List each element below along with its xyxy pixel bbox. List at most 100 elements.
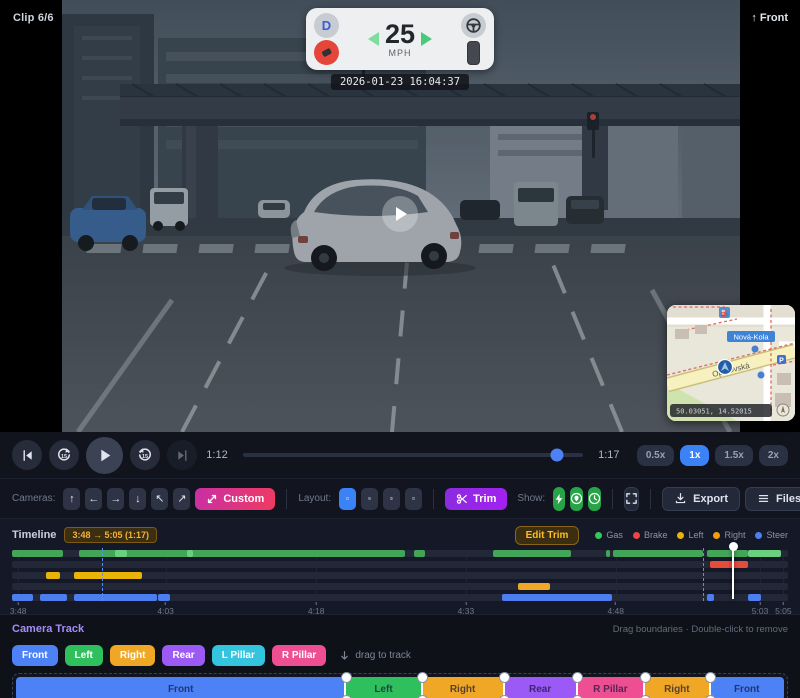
video-play-button[interactable] [382, 196, 418, 232]
gas-segment-light[interactable] [115, 550, 127, 557]
map-place-label: Nová-Kola [733, 333, 769, 342]
trim-marker-start[interactable] [102, 548, 103, 601]
gas-segment-light[interactable] [187, 550, 193, 557]
timeline-tracks[interactable] [12, 550, 788, 601]
steer-segment[interactable] [158, 594, 170, 601]
export-button[interactable]: Export [662, 487, 740, 511]
gas-segment[interactable] [493, 550, 571, 557]
track-row-steer[interactable] [12, 594, 788, 601]
show-telemetry-button[interactable] [553, 487, 565, 511]
gas-segment[interactable] [606, 550, 610, 557]
timeline-panel: Timeline 3:48 → 5:05 (1:17) Edit Trim Ga… [0, 518, 800, 614]
layout-single-icon [346, 492, 349, 505]
camera-up-right-button[interactable]: ↗ [173, 488, 190, 510]
track-row-gas[interactable] [12, 550, 788, 557]
steering-wheel-icon [461, 13, 486, 38]
camera-chip-left[interactable]: Left [65, 645, 103, 666]
speed-button-1.5x[interactable]: 1.5x [715, 445, 752, 466]
map-coordinates: 50.03051, 14.52015 [676, 408, 752, 416]
track-row-left[interactable] [12, 572, 788, 579]
layout-single-button[interactable] [339, 488, 356, 510]
camera-track-bar[interactable]: FrontLeftRightRearR PillarRightFront [16, 677, 784, 698]
skip-start-button[interactable] [12, 440, 42, 470]
scissors-icon [456, 493, 468, 505]
tick-mark [615, 602, 616, 605]
active-camera-label: ↑ Front [751, 12, 788, 24]
layout-split-button[interactable] [383, 488, 400, 510]
segment-boundary-handle[interactable] [643, 677, 645, 698]
camera-left-button[interactable]: ← [85, 488, 102, 510]
left-segment[interactable] [74, 572, 142, 579]
camera-chip-front[interactable]: Front [12, 645, 58, 666]
edit-trim-button[interactable]: Edit Trim [515, 526, 580, 545]
camera-up-left-button[interactable]: ↖ [151, 488, 168, 510]
camera-chip-r-pillar[interactable]: R Pillar [272, 645, 326, 666]
steer-segment[interactable] [748, 594, 760, 601]
camera-chip-rear[interactable]: Rear [162, 645, 204, 666]
layout-pip-button[interactable] [361, 488, 378, 510]
gas-segment[interactable] [79, 550, 405, 557]
forward-15-button[interactable]: 15 [130, 440, 160, 470]
dashcam-viewer-app: Clip 6/6 ↑ Front D 25 MPH [0, 0, 800, 698]
camera-right-button[interactable]: → [107, 488, 124, 510]
timeline-legend: GasBrakeLeftRightSteer [595, 530, 788, 540]
seek-bar[interactable] [243, 453, 583, 457]
speed-button-0.5x[interactable]: 0.5x [637, 445, 674, 466]
camera-segment-left[interactable]: Left [345, 677, 421, 698]
camera-segment-right[interactable]: Right [644, 677, 709, 698]
seek-thumb[interactable] [551, 449, 564, 462]
camera-chip-l-pillar[interactable]: L Pillar [212, 645, 265, 666]
skip-end-button[interactable] [167, 440, 197, 470]
speed-buttons: 0.5x 1x 1.5x 2x [637, 445, 788, 466]
right-segment[interactable] [518, 583, 550, 590]
map-inset[interactable]: ⛽ P Nová-Kola Opatovská 50.03051, 14.520… [667, 305, 795, 421]
steer-segment[interactable] [12, 594, 33, 601]
gas-segment[interactable] [414, 550, 425, 557]
camera-up-button[interactable]: ↑ [63, 488, 80, 510]
steer-segment[interactable] [502, 594, 612, 601]
playhead[interactable] [732, 546, 734, 599]
camera-segment-right[interactable]: Right [422, 677, 504, 698]
track-row-right[interactable] [12, 583, 788, 590]
steer-segment[interactable] [40, 594, 67, 601]
custom-view-button[interactable]: Custom [195, 488, 275, 510]
trim-marker-end[interactable] [703, 548, 704, 601]
down-arrow-icon [339, 650, 350, 661]
current-time: 1:12 [204, 449, 230, 461]
fullscreen-button[interactable] [624, 487, 639, 511]
segment-boundary-handle[interactable] [421, 677, 423, 698]
camera-chip-right[interactable]: Right [110, 645, 156, 666]
left-segment[interactable] [46, 572, 60, 579]
timeline-title: Timeline [12, 529, 56, 541]
gas-segment[interactable] [613, 550, 702, 557]
layout-grid-button[interactable] [405, 488, 422, 510]
camera-track-title: Camera Track [12, 623, 84, 635]
segment-boundary-handle[interactable] [503, 677, 505, 698]
track-row-brake[interactable] [12, 561, 788, 568]
steer-segment[interactable] [707, 594, 714, 601]
steer-segment[interactable] [74, 594, 157, 601]
gas-segment-light[interactable] [748, 550, 781, 557]
camera-segment-front[interactable]: Front [16, 677, 345, 698]
files-button[interactable]: Files [745, 487, 800, 511]
segment-boundary-handle[interactable] [709, 677, 711, 698]
video-player-area[interactable]: Clip 6/6 ↑ Front D 25 MPH [0, 0, 800, 432]
tick-mark [760, 602, 761, 605]
trim-button[interactable]: Trim [445, 488, 507, 510]
rewind-15-button[interactable]: 15 [49, 440, 79, 470]
show-map-button[interactable] [570, 487, 583, 511]
play-pause-button[interactable] [86, 437, 123, 474]
gas-segment[interactable] [12, 550, 63, 557]
camera-segment-rear[interactable]: Rear [504, 677, 577, 698]
segment-boundary-handle[interactable] [344, 677, 346, 698]
camera-segment-r-pillar[interactable]: R Pillar [577, 677, 645, 698]
gas-segment[interactable] [707, 550, 748, 557]
speed-button-1x[interactable]: 1x [680, 445, 709, 466]
speed-button-2x[interactable]: 2x [759, 445, 788, 466]
show-label: Show: [517, 493, 545, 504]
camera-segment-front[interactable]: Front [709, 677, 783, 698]
segment-boundary-handle[interactable] [576, 677, 578, 698]
show-timestamp-button[interactable] [588, 487, 601, 511]
brake-segment[interactable] [710, 561, 747, 568]
camera-down-button[interactable]: ↓ [129, 488, 146, 510]
